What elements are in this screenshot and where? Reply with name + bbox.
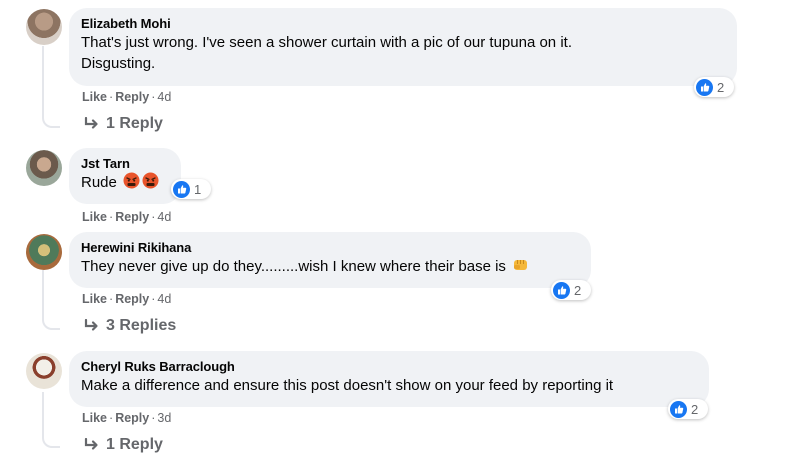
angry-face-icon <box>142 172 159 195</box>
comment-bubble: Elizabeth Mohi That's just wrong. I've s… <box>69 8 737 86</box>
fist-icon <box>512 257 529 279</box>
comment-author[interactable]: Cheryl Ruks Barraclough <box>81 359 697 375</box>
comment-time[interactable]: 3d <box>157 411 171 425</box>
comment-actions: Like · Reply · 4d <box>82 210 172 224</box>
comment-actions: Like · Reply · 3d <box>82 411 172 425</box>
comment-text: Disgusting. <box>81 55 156 72</box>
view-replies-link[interactable]: 3 Replies <box>84 317 176 335</box>
like-link[interactable]: Like <box>82 411 107 425</box>
comment-bubble: Cheryl Ruks Barraclough Make a differenc… <box>69 351 709 407</box>
reply-link[interactable]: Reply <box>115 210 149 224</box>
reply-arrow-icon <box>84 319 98 331</box>
comment-actions: Like · Reply · 4d <box>82 292 172 306</box>
comment-time[interactable]: 4d <box>157 90 171 104</box>
like-link[interactable]: Like <box>82 90 107 104</box>
comment-text-row: Rude <box>81 172 169 195</box>
reply-link[interactable]: Reply <box>115 411 149 425</box>
reply-link[interactable]: Reply <box>115 90 149 104</box>
thread-connector <box>42 432 60 448</box>
comment-text: Rude <box>81 174 117 191</box>
comment-text-row: They never give up do they.........wish … <box>81 256 579 279</box>
like-link[interactable]: Like <box>82 210 107 224</box>
reaction-summary[interactable]: 1 <box>171 179 211 199</box>
reaction-count: 2 <box>691 401 699 417</box>
reaction-summary[interactable]: 2 <box>551 280 591 300</box>
reaction-count: 1 <box>194 181 202 197</box>
angry-face-icon <box>123 172 140 195</box>
replies-label: 1 Reply <box>106 115 163 132</box>
comment-time[interactable]: 4d <box>157 292 171 306</box>
comment-author[interactable]: Elizabeth Mohi <box>81 16 725 32</box>
thread-connector <box>42 112 60 128</box>
comment-time[interactable]: 4d <box>157 210 171 224</box>
thread-line <box>42 392 44 434</box>
reaction-summary[interactable]: 2 <box>668 399 708 419</box>
reaction-count: 2 <box>574 282 582 298</box>
like-reaction-icon <box>670 400 687 418</box>
avatar[interactable] <box>26 9 62 45</box>
reply-arrow-icon <box>84 438 98 450</box>
view-replies-link[interactable]: 1 Reply <box>84 115 163 133</box>
reaction-summary[interactable]: 2 <box>694 77 734 97</box>
thread-line <box>42 270 44 316</box>
reaction-count: 2 <box>717 79 725 95</box>
avatar[interactable] <box>26 353 62 389</box>
replies-label: 3 Replies <box>106 317 177 334</box>
like-reaction-icon <box>696 78 713 96</box>
like-reaction-icon <box>553 281 570 299</box>
view-replies-link[interactable]: 1 Reply <box>84 436 163 454</box>
comment-bubble: Herewini Rikihana They never give up do … <box>69 232 591 288</box>
comment-author[interactable]: Herewini Rikihana <box>81 240 579 256</box>
like-link[interactable]: Like <box>82 292 107 306</box>
thread-connector <box>42 314 60 330</box>
reply-link[interactable]: Reply <box>115 292 149 306</box>
comment-author[interactable]: Jst Tarn <box>81 156 169 172</box>
reply-arrow-icon <box>84 117 98 129</box>
comment-text: That's just wrong. I've seen a shower cu… <box>81 34 572 51</box>
comment-actions: Like · Reply · 4d <box>82 90 172 104</box>
comment-thread: Elizabeth Mohi That's just wrong. I've s… <box>0 0 800 461</box>
comment-bubble: Jst Tarn Rude <box>69 148 181 204</box>
avatar[interactable] <box>26 234 62 270</box>
thread-line <box>42 46 44 114</box>
comment-text: They never give up do they.........wish … <box>81 258 506 275</box>
replies-label: 1 Reply <box>106 436 163 453</box>
comment-text: Make a difference and ensure this post d… <box>81 377 614 394</box>
avatar[interactable] <box>26 150 62 186</box>
like-reaction-icon <box>173 180 190 198</box>
